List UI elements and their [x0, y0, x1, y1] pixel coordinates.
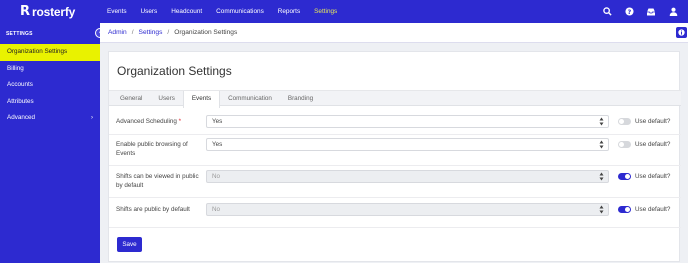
sidebar-item-accounts[interactable]: Accounts: [0, 77, 100, 94]
nav-item-users[interactable]: Users: [134, 0, 165, 23]
breadcrumb-settings[interactable]: Settings: [139, 29, 163, 36]
advanced-scheduling-select[interactable]: Yes: [206, 115, 609, 128]
setting-label: Shifts can be viewed in public by defaul…: [116, 173, 199, 189]
use-default-label: Use default?: [635, 206, 671, 213]
tab-branding[interactable]: Branding: [280, 91, 321, 105]
use-default-label: Use default?: [635, 118, 671, 125]
select-value: Yes: [212, 118, 223, 125]
info-button[interactable]: [676, 27, 687, 38]
toggle-knob: [625, 207, 630, 212]
tab-events[interactable]: Events: [182, 91, 221, 108]
info-icon: [678, 29, 685, 36]
sidebar-item-advanced[interactable]: Advanced ›: [0, 110, 100, 127]
use-default-toggle[interactable]: [618, 118, 631, 125]
rosterfy-logo-icon: R: [20, 4, 31, 19]
use-default-toggle-group: Use default?: [618, 138, 670, 151]
breadcrumb-separator: /: [131, 29, 134, 36]
setting-label: Enable public browsing of Events: [116, 141, 188, 157]
sidebar-item-organization-settings[interactable]: Organization Settings: [0, 44, 100, 61]
shifts-public-select[interactable]: No: [206, 203, 609, 216]
use-default-toggle[interactable]: [618, 206, 631, 213]
use-default-toggle-group: Use default?: [618, 203, 670, 216]
row-divider: [109, 227, 681, 228]
svg-text:?: ?: [627, 9, 631, 16]
main-nav: Events Users Headcount Communications Re…: [100, 0, 344, 23]
row-divider: [109, 197, 681, 198]
breadcrumb-admin[interactable]: Admin: [108, 29, 127, 36]
help-icon[interactable]: ?: [618, 0, 640, 23]
use-default-toggle-group: Use default?: [618, 115, 670, 128]
shifts-viewed-public-select[interactable]: No: [206, 170, 609, 183]
sidebar-heading: SETTINGS: [6, 31, 33, 37]
select-arrows-icon: [599, 140, 604, 149]
toggle-knob: [625, 174, 630, 179]
select-value: Yes: [212, 141, 223, 148]
top-navbar: R rosterfy Events Users Headcount Commun…: [0, 0, 688, 23]
sidebar-item-billing[interactable]: Billing: [0, 61, 100, 78]
setting-label-text: Advanced Scheduling: [116, 118, 177, 125]
select-arrows-icon: [599, 172, 604, 181]
save-button[interactable]: Save: [117, 237, 142, 252]
toggle-knob: [619, 119, 624, 124]
select-value: No: [212, 206, 221, 213]
select-value: No: [212, 173, 221, 180]
breadcrumb-current: Organization Settings: [174, 29, 238, 36]
setting-label: Advanced Scheduling *: [116, 117, 204, 126]
settings-panel: Organization Settings General Users Even…: [108, 51, 681, 262]
settings-tabs: General Users Events Communication Brand…: [109, 90, 681, 108]
select-arrows-icon: [599, 205, 604, 214]
inbox-icon[interactable]: [640, 0, 662, 23]
toggle-knob: [619, 142, 624, 147]
tab-general[interactable]: General: [112, 91, 150, 105]
brand-name: rosterfy: [32, 4, 76, 19]
page-title: Organization Settings: [117, 64, 232, 78]
use-default-label: Use default?: [635, 141, 671, 148]
user-icon[interactable]: [662, 0, 684, 23]
search-icon[interactable]: [596, 0, 618, 23]
use-default-label: Use default?: [635, 173, 671, 180]
nav-item-settings[interactable]: Settings: [307, 0, 344, 23]
nav-item-communications[interactable]: Communications: [209, 0, 271, 23]
row-divider: [109, 165, 681, 166]
settings-sidebar: SETTINGS Organization Settings Billing A…: [0, 23, 100, 263]
select-arrows-icon: [599, 117, 604, 126]
chevron-right-icon: ›: [91, 115, 93, 121]
required-indicator: *: [178, 118, 182, 125]
use-default-toggle[interactable]: [618, 173, 631, 180]
brand-logo[interactable]: R rosterfy: [0, 4, 100, 19]
tab-users[interactable]: Users: [150, 91, 182, 105]
breadcrumb: Admin / Settings / Organization Settings: [100, 23, 688, 43]
setting-label: Shifts are public by default: [116, 206, 190, 213]
row-divider: [109, 134, 681, 135]
breadcrumb-separator: /: [167, 29, 170, 36]
use-default-toggle[interactable]: [618, 141, 631, 148]
nav-item-headcount[interactable]: Headcount: [164, 0, 209, 23]
tab-communication[interactable]: Communication: [220, 91, 280, 105]
nav-item-events[interactable]: Events: [100, 0, 134, 23]
use-default-toggle-group: Use default?: [618, 170, 670, 183]
sidebar-item-label: Advanced: [7, 114, 36, 121]
public-browsing-select[interactable]: Yes: [206, 138, 609, 151]
nav-item-reports[interactable]: Reports: [271, 0, 307, 23]
top-icons: ?: [596, 0, 684, 23]
sidebar-item-attributes[interactable]: Attributes: [0, 94, 100, 111]
